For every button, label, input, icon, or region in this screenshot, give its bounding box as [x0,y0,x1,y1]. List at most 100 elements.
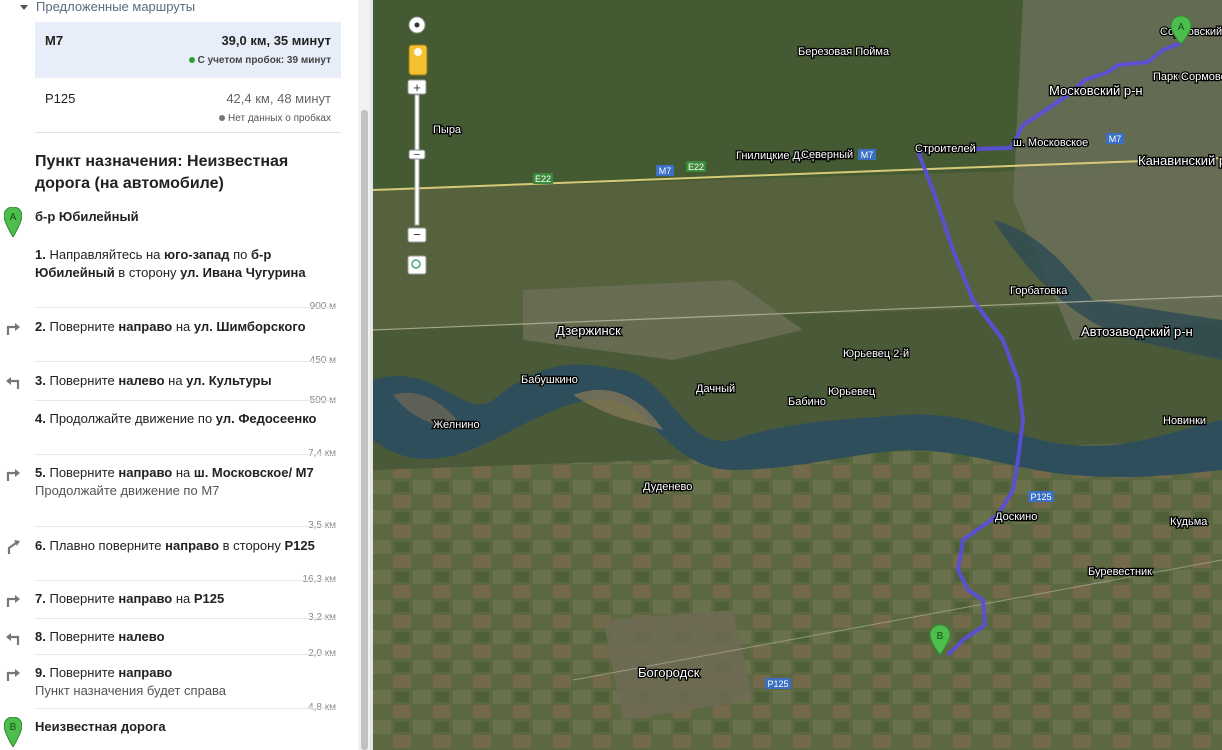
label-park: Парк Сормовский [1153,71,1222,83]
route-distance-time: 39,0 км, 35 минут [221,33,331,48]
step-text: Поверните [49,319,119,334]
map-marker-b-letter: B [937,631,944,642]
direction-step[interactable]: 8. Поверните налево [35,628,335,646]
destination-title: Пункт назначения: Неизвестная дорога (на… [35,153,289,192]
label-berezovaya: Березовая Пойма [798,46,890,58]
direction-step[interactable]: 5. Поверните направо на ш. Московское/ M… [35,464,335,500]
step-text: в сторону [219,538,285,553]
suggested-routes-header[interactable]: Предложенные маршруты [20,0,195,14]
step-text: Поверните [49,591,119,606]
directions-panel: Предложенные маршруты M7 39,0 км, 35 мин… [0,0,370,750]
step-number: 7. [35,591,50,606]
step-separator [35,526,335,527]
turn-left-icon [6,377,20,389]
collapse-triangle-icon[interactable] [20,5,28,11]
map-canvas[interactable]: + − − M7 E22 E22 M7 M7 P125 P125 Сормовс… [373,0,1222,750]
p125-shield-south-label: P125 [767,679,788,689]
label-dzerzhinsk: Дзержинск [556,323,621,338]
step-text: Поверните [49,373,119,388]
step-emphasis: ул. Ивана Чугурина [180,265,306,280]
map-marker-a-letter: A [1178,22,1185,33]
m7-shield-east-label: M7 [1109,134,1122,144]
route-option-m7[interactable]: M7 39,0 км, 35 минут С учетом пробок: 39… [35,22,341,78]
direction-step[interactable]: 1. Направляйтесь на юго-запад по б-р Юби… [35,246,335,282]
scrollbar-thumb[interactable] [361,110,368,750]
step-emphasis: P125 [193,591,225,606]
route-traffic-text: С учетом пробок: 39 минут [197,55,331,66]
step-text: на [164,373,187,388]
label-kanavinsky: Канавинский р-н [1138,153,1222,168]
step-text: в сторону [114,265,181,280]
label-yurievets2: Юрьевец 2-й [843,348,909,360]
step-text: Плавно поверните [49,538,166,553]
step-number: 6. [35,538,50,553]
step-note: Продолжайте движение по M7 [35,483,220,498]
label-yurievets: Юрьевец [828,386,876,398]
e22-shield-label: E22 [688,162,704,172]
route-name: M7 [45,33,64,48]
step-emphasis: налево [118,629,165,644]
zoom-area-button[interactable] [407,255,427,275]
step-separator [35,454,335,455]
direction-step[interactable]: 7. Поверните направо на P125 [35,590,335,608]
step-emphasis: P125 [284,538,315,553]
step-number: 8. [35,629,50,644]
label-kudma: Кудьма [1170,516,1208,528]
step-emphasis: направо [165,538,220,553]
label-babushkino: Бабушкино [521,374,578,386]
turn-left-icon [6,633,20,645]
label-dachny: Дачный [696,383,735,395]
e22-shield-west-label: E22 [535,174,551,184]
direction-step[interactable]: 3. Поверните налево на ул. Культуры [35,372,335,390]
end-address: Неизвестная дорога [35,719,166,734]
m7-shield-label: M7 [659,166,672,176]
turn-right-icon [6,469,20,481]
label-zhelnino: Желнино [433,419,480,431]
step-separator [35,361,335,362]
turn-right-icon [6,595,20,607]
step-text: на [172,591,194,606]
step-text: Продолжайте движение по [49,411,216,426]
step-number: 1. [35,247,50,262]
zoom-handle-label: − [414,149,420,161]
end-marker-b-icon[interactable]: B [4,717,22,747]
start-marker-a-icon[interactable]: A [4,207,22,237]
turn-right-icon [6,669,20,681]
step-emphasis: налево [118,373,165,388]
step-text: Поверните [49,629,119,644]
direction-step[interactable]: 6. Плавно поверните направо в сторону P1… [35,537,335,555]
step-emphasis: ул. Федосеенко [215,411,317,426]
direction-step[interactable]: 4. Продолжайте движение по ул. Федосеенк… [35,410,335,428]
route-option-p125[interactable]: P125 42,4 км, 48 минут Нет данных о проб… [35,80,341,133]
zoom-in-label: + [413,80,421,95]
zoom-out-label: − [413,227,421,242]
direction-step[interactable]: 9. Поверните направо Пункт назначения буд… [35,664,335,700]
step-number: 4. [35,411,50,426]
step-separator [35,618,335,619]
step-note: Пункт назначения будет справа [35,683,227,698]
step-emphasis: направо [118,591,173,606]
pan-center-dot-icon [414,22,420,28]
step-separator [35,580,335,581]
label-doskino: Доскино [995,511,1037,523]
step-text: на [172,319,194,334]
label-bogorodsk: Богородск [638,665,700,680]
label-severny: Северный [801,149,853,161]
label-sh-moskovskoe: ш. Московское [1013,137,1088,149]
label-pyra: Пыра [433,124,462,136]
label-burevestnik: Буревестник [1088,566,1152,578]
step-text: на [172,465,194,480]
direction-step[interactable]: 2. Поверните направо на ул. Шимборского [35,318,335,336]
step-emphasis: ул. Шимборского [193,319,306,334]
satellite-map[interactable]: + − − M7 E22 E22 M7 M7 P125 P125 Сормовс… [373,0,1222,750]
step-number: 2. [35,319,50,334]
label-gorbatovka: Горбатовка [1010,285,1068,297]
traffic-dot-icon [188,57,195,64]
p125-shield-label: P125 [1030,492,1051,502]
start-marker-letter: A [10,212,17,223]
label-stroiteley: Строителей [915,143,976,155]
step-separator [35,708,335,709]
step-text: по [229,247,252,262]
south-fields-area [373,440,1222,750]
traffic-dot-icon [219,115,226,122]
